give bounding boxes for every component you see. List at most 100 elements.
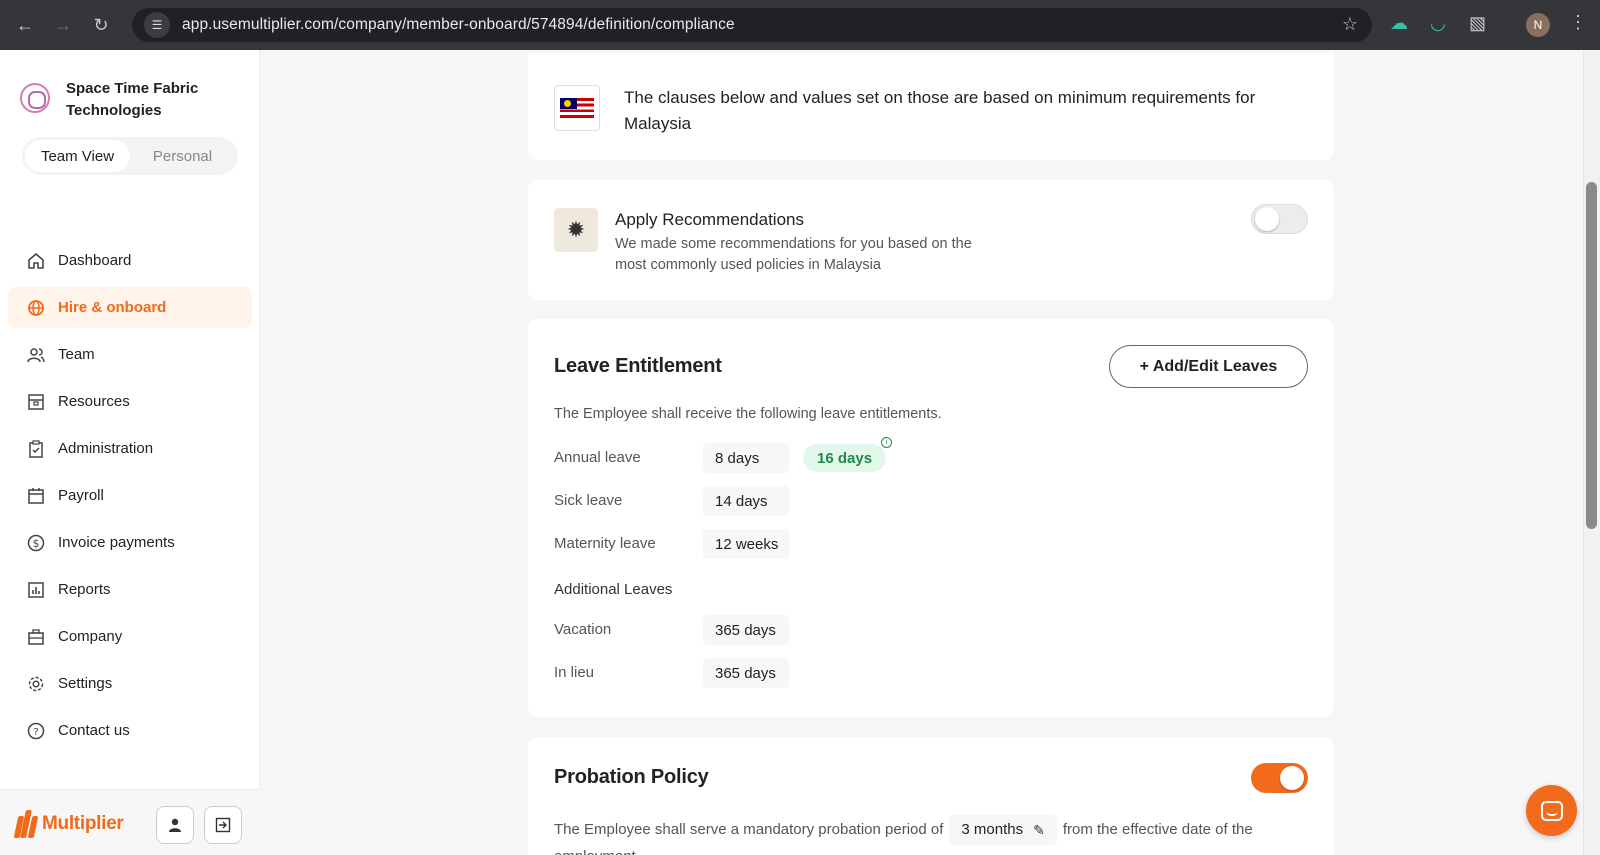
scrollbar-thumb[interactable] — [1586, 182, 1597, 529]
recommended-value-badge[interactable]: 16 days — [803, 444, 887, 472]
view-toggle: Team View Personal — [22, 137, 238, 175]
leave-value[interactable]: 365 days — [703, 658, 789, 688]
country-requirements-card: The clauses below and values set on thos… — [528, 53, 1334, 160]
sidebar-item-company[interactable]: Company — [8, 616, 252, 657]
sidebar-item-settings[interactable]: Settings — [8, 663, 252, 704]
sidebar-item-label: Team — [58, 346, 95, 363]
globe-icon — [26, 298, 46, 318]
profile-button[interactable] — [156, 806, 194, 844]
leave-row-vacation: Vacation 365 days — [554, 615, 1054, 645]
calendar-icon — [26, 486, 46, 506]
sidebar-item-label: Company — [58, 628, 123, 645]
multiplier-brand-text: Multiplier — [42, 813, 124, 834]
sidebar-item-label: Hire & onboard — [58, 299, 167, 316]
dollar-circle-icon: $ — [26, 533, 46, 553]
pencil-edit-icon[interactable]: ✎ — [1033, 818, 1045, 842]
leave-value[interactable]: 8 days — [703, 443, 789, 473]
probation-policy-title: Probation Policy — [554, 766, 709, 788]
leave-row-annual: Annual leave 8 days 16 days i — [554, 437, 1054, 473]
sidebar-item-label: Contact us — [58, 722, 130, 739]
sidebar-item-label: Settings — [58, 675, 113, 692]
person-icon — [169, 818, 181, 832]
probation-policy-card: Probation Policy The Employee shall serv… — [528, 737, 1334, 855]
extensions-puzzle-icon[interactable]: ▧ — [1469, 13, 1486, 34]
probation-period-field[interactable]: 3 months ✎ — [949, 815, 1057, 845]
recommendations-title: Apply Recommendations — [615, 210, 804, 229]
extension-cloud-icon[interactable]: ☁ — [1390, 13, 1408, 34]
probation-policy-toggle[interactable] — [1251, 763, 1308, 793]
leave-row-maternity: Maternity leave 12 weeks — [554, 529, 1054, 559]
leave-description: The Employee shall receive the following… — [554, 406, 942, 422]
leave-label: Annual leave — [554, 449, 641, 466]
leave-entitlement-card: Leave Entitlement + Add/Edit Leaves The … — [528, 319, 1334, 717]
sidebar-item-reports[interactable]: Reports — [8, 569, 252, 610]
company-logo — [20, 83, 50, 113]
info-icon[interactable]: i — [881, 437, 892, 448]
gear-icon — [26, 674, 46, 694]
personal-view-tab[interactable]: Personal — [130, 140, 235, 172]
leave-row-sick: Sick leave 14 days — [554, 486, 1054, 516]
sidebar-item-hire-onboard[interactable]: Hire & onboard — [8, 287, 252, 328]
sidebar-item-label: Reports — [58, 581, 111, 598]
site-settings-icon[interactable]: ☰ — [144, 12, 170, 38]
company-brand[interactable]: Space Time Fabric Technologies — [20, 78, 226, 122]
sidebar-item-label: Dashboard — [58, 252, 132, 269]
forward-arrow-icon[interactable]: → — [44, 0, 82, 50]
leave-label: Sick leave — [554, 492, 623, 509]
svg-text:?: ? — [33, 727, 38, 738]
probation-text: The Employee shall serve a mandatory pro… — [554, 815, 1314, 855]
browser-toolbar: ← → ↻ ☰ app.usemultiplier.com/company/me… — [0, 0, 1600, 50]
logout-icon — [215, 817, 231, 833]
chat-launcher-button[interactable] — [1526, 785, 1577, 836]
sidebar-item-label: Invoice payments — [58, 534, 175, 551]
sidebar-nav: Dashboard Hire & onboard Team Resources … — [8, 240, 252, 757]
sidebar-item-administration[interactable]: Administration — [8, 428, 252, 469]
home-icon — [26, 251, 46, 271]
extension-arc-icon[interactable]: ◡ — [1430, 13, 1446, 34]
leave-entitlement-title: Leave Entitlement — [554, 355, 722, 377]
leave-value[interactable]: 14 days — [703, 486, 789, 516]
sidebar-item-label: Resources — [58, 393, 130, 410]
probation-text-before: The Employee shall serve a mandatory pro… — [554, 820, 944, 838]
sidebar-item-dashboard[interactable]: Dashboard — [8, 240, 252, 281]
bookmark-star-icon[interactable]: ☆ — [1342, 14, 1358, 35]
team-view-tab[interactable]: Team View — [25, 140, 130, 172]
clipboard-check-icon — [26, 439, 46, 459]
sidebar-item-payroll[interactable]: Payroll — [8, 475, 252, 516]
sidebar-item-label: Administration — [58, 440, 154, 457]
sidebar-footer: Multiplier — [0, 789, 260, 855]
multiplier-logo[interactable]: Multiplier — [13, 810, 124, 838]
recommendations-card: ✹ Apply Recommendations We made some rec… — [528, 180, 1334, 300]
sidebar-item-team[interactable]: Team — [8, 334, 252, 375]
back-arrow-icon[interactable]: ← — [6, 0, 44, 50]
leave-label: Maternity leave — [554, 535, 656, 552]
sidebar-item-invoice-payments[interactable]: $ Invoice payments — [8, 522, 252, 563]
leave-value[interactable]: 12 weeks — [703, 529, 791, 559]
multiplier-mark-icon — [13, 810, 39, 838]
sidebar-item-contact-us[interactable]: ? Contact us — [8, 710, 252, 751]
bar-chart-icon — [26, 580, 46, 600]
reload-icon[interactable]: ↻ — [82, 0, 120, 50]
url-text[interactable]: app.usemultiplier.com/company/member-onb… — [182, 16, 735, 34]
probation-period-value: 3 months — [961, 821, 1024, 838]
recommendations-description: We made some recommendations for you bas… — [615, 236, 972, 273]
main-content: The clauses below and values set on thos… — [261, 50, 1583, 855]
help-circle-icon: ? — [26, 721, 46, 741]
briefcase-icon — [26, 627, 46, 647]
chat-bubble-icon — [1540, 800, 1563, 821]
requirements-text: The clauses below and values set on thos… — [624, 88, 1256, 133]
profile-avatar[interactable]: N — [1526, 13, 1550, 37]
apply-recommendations-toggle[interactable] — [1251, 204, 1308, 234]
sidebar-item-resources[interactable]: Resources — [8, 381, 252, 422]
leave-row-in-lieu: In lieu 365 days — [554, 658, 1054, 688]
add-edit-leaves-button[interactable]: + Add/Edit Leaves — [1109, 345, 1308, 388]
address-bar[interactable]: ☰ app.usemultiplier.com/company/member-o… — [132, 8, 1372, 42]
additional-leaves-title: Additional Leaves — [554, 581, 673, 598]
more-menu-icon[interactable]: ⋮ — [1569, 12, 1587, 33]
leave-label: Vacation — [554, 621, 612, 638]
badge-star-icon: ✹ — [554, 208, 598, 252]
sidebar: Space Time Fabric Technologies Team View… — [0, 50, 260, 855]
leave-value[interactable]: 365 days — [703, 615, 789, 645]
malaysia-flag-icon — [554, 85, 600, 131]
logout-button[interactable] — [204, 806, 242, 844]
